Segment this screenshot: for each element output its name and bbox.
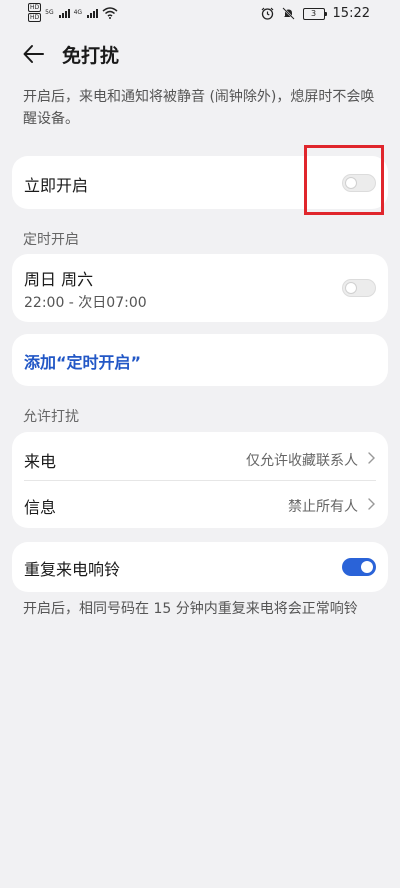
sim-hd-badges: HD HD [28,3,42,22]
immediate-label: 立即开启 [24,176,89,195]
repeat-calls-card: 重复来电响铃 [12,542,388,592]
allow-section-label: 允许打扰 [23,409,79,425]
intro-description: 开启后，来电和通知将被静音 (闹钟除外)，熄屏时不会唤醒设备。 [23,89,375,127]
add-schedule-card[interactable]: 添加“定时开启” [12,334,388,386]
network-type-1: 5G [45,9,54,16]
repeat-calls-toggle[interactable] [342,558,376,576]
signal-icon-1 [58,8,70,18]
toggle-knob [345,177,357,189]
repeat-calls-description: 开启后，相同号码在 15 分钟内重复来电将会正常响铃 [23,601,358,617]
mute-bell-icon [281,7,295,20]
chevron-right-icon [368,452,375,464]
hd-badge-1: HD [28,3,42,12]
chevron-right-icon [368,498,375,510]
messages-value: 禁止所有人 [288,499,358,515]
battery-icon: 3 [302,7,327,20]
schedule-card[interactable]: 周日 周六 22:00 - 次日07:00 [12,254,388,322]
clock-time: 15:22 [332,6,370,21]
calls-row[interactable]: 来电 仅允许收藏联系人 [12,432,388,480]
calls-label: 来电 [24,452,57,471]
toggle-knob [345,282,357,294]
repeat-calls-label: 重复来电响铃 [24,560,121,579]
hd-badge-2: HD [28,13,42,22]
page-title: 免打扰 [62,45,120,67]
messages-label: 信息 [24,498,57,517]
status-right-icons: 3 15:22 [261,6,370,21]
status-left-icons: HD HD 5G 4G [28,3,118,22]
allow-card: 来电 仅允许收藏联系人 信息 禁止所有人 [12,432,388,528]
wifi-icon [102,6,118,19]
calls-value: 仅允许收藏联系人 [246,453,358,469]
immediate-card: 立即开启 [12,156,388,209]
schedule-time-range: 22:00 - 次日07:00 [24,295,147,311]
toggle-knob [361,561,373,573]
alarm-icon [261,7,273,20]
schedule-days: 周日 周六 [24,270,94,289]
immediate-toggle[interactable] [342,174,376,192]
back-arrow-icon[interactable] [20,40,48,68]
network-type-2: 4G [73,9,83,16]
schedule-toggle[interactable] [342,279,376,297]
messages-row[interactable]: 信息 禁止所有人 [12,480,388,528]
schedule-section-label: 定时开启 [23,232,79,248]
app-header: 免打扰 [0,28,400,80]
status-bar: HD HD 5G 4G 3 15:22 [0,0,400,28]
add-schedule-link[interactable]: 添加“定时开启” [24,349,141,373]
signal-icon-2 [87,8,99,18]
